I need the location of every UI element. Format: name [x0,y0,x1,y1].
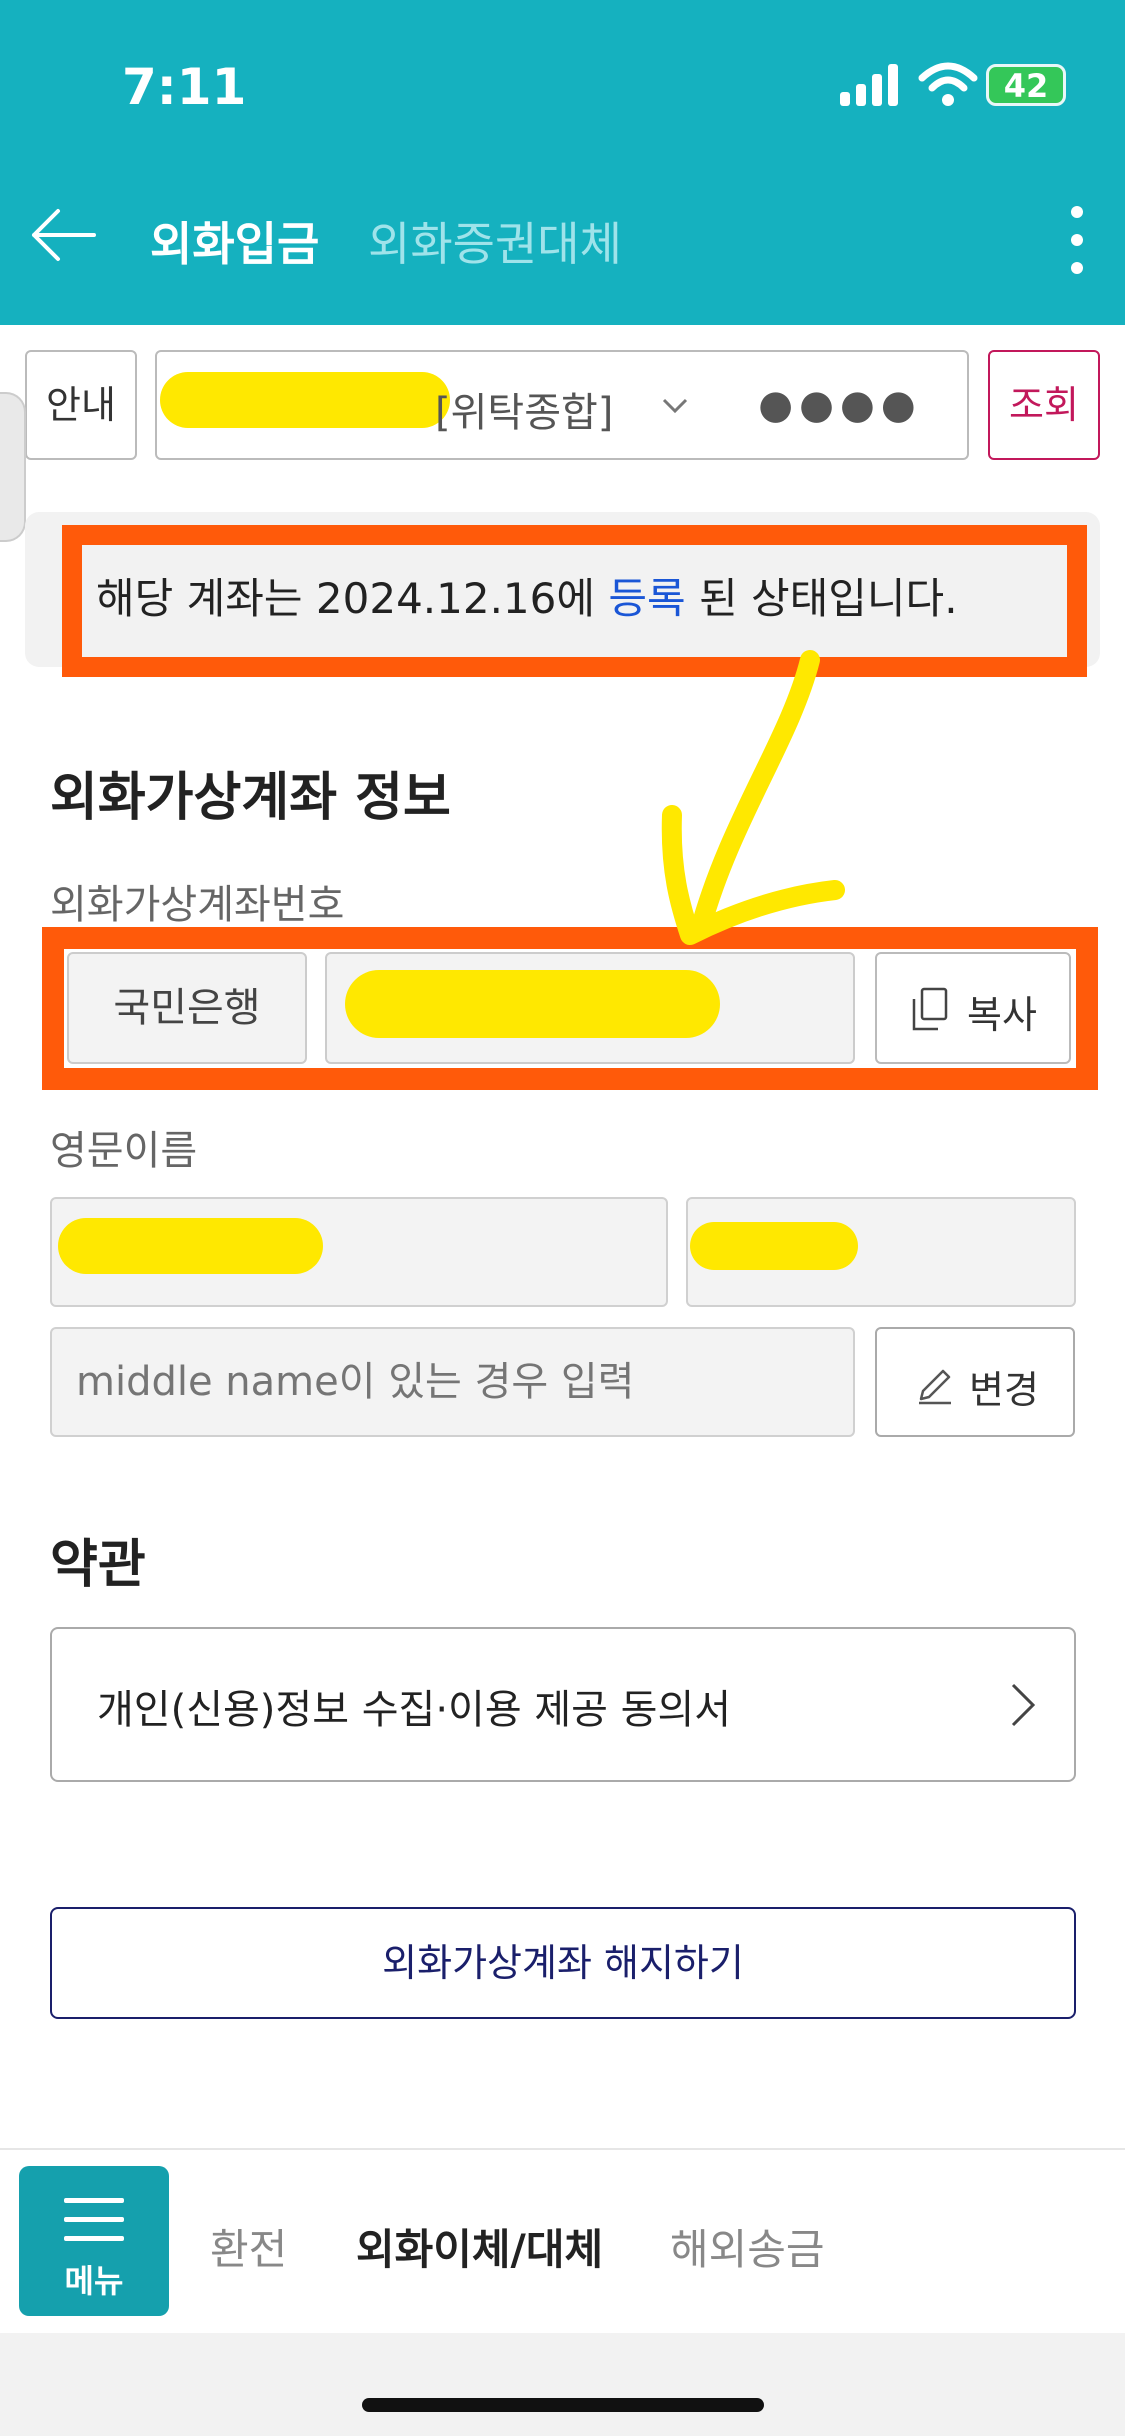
copy-button[interactable]: 복사 [875,952,1071,1064]
app-header [0,0,1125,325]
password-field[interactable]: ●●●● [713,350,969,460]
notice-prefix: 해당 계좌는 2024.12.16에 [96,574,609,623]
nav-item-exchange[interactable]: 환전 [210,2216,287,2277]
change-label: 변경 [969,1368,1039,1412]
cancel-virtual-account-button[interactable]: 외화가상계좌 해지하기 [50,1907,1076,2019]
menu-button[interactable]: 메뉴 [19,2166,169,2316]
terms-consent-label: 개인(신용)정보 수집·이용 제공 동의서 [97,1687,732,1733]
nav-item-foreign-transfer[interactable]: 외화이체/대체 [356,2216,603,2277]
battery-level: 42 [1003,67,1049,105]
account-type-label: [위탁종합] [435,390,614,436]
section-title-terms: 약관 [50,1535,146,1595]
guide-button[interactable]: 안내 [25,350,137,460]
change-button[interactable]: 변경 [875,1327,1075,1437]
query-button[interactable]: 조회 [988,350,1100,460]
chevron-down-icon [662,398,688,414]
side-drawer-handle[interactable] [0,392,26,542]
status-time: 7:11 [122,58,247,116]
hamburger-icon [64,2198,124,2241]
tab-foreign-securities-transfer[interactable]: 외화증권대체 [368,208,622,274]
home-indicator[interactable] [362,2398,764,2412]
nav-item-overseas-remittance[interactable]: 해외송금 [670,2216,825,2277]
battery-icon: 42 [986,64,1066,106]
copy-icon [912,987,948,1031]
notice-suffix: 된 상태입니다. [685,574,958,623]
redaction-mark [160,372,450,428]
redaction-mark [345,970,720,1038]
home-indicator-area [0,2333,1125,2436]
more-vertical-icon[interactable] [1060,200,1094,280]
middle-name-input[interactable] [50,1327,855,1437]
pencil-icon [919,1369,951,1405]
bank-name: 국민은행 [67,952,307,1064]
terms-consent-row[interactable]: 개인(신용)정보 수집·이용 제공 동의서 [50,1627,1076,1782]
wifi-icon [918,62,978,106]
english-name-label: 영문이름 [50,1128,198,1174]
back-arrow-icon[interactable] [28,205,98,265]
cellular-signal-icon [840,64,898,106]
copy-label: 복사 [967,993,1037,1037]
redaction-mark [690,1222,858,1270]
redaction-mark [58,1218,323,1274]
section-title-virtual-account: 외화가상계좌 정보 [50,768,451,828]
tab-foreign-deposit[interactable]: 외화입금 [150,208,319,274]
notice-registered-link: 등록 [608,574,686,623]
registration-notice: 해당 계좌는 2024.12.16에 등록 된 상태입니다. [96,565,958,626]
chevron-right-icon [1011,1683,1036,1727]
menu-label: 메뉴 [64,2262,124,2300]
virtual-account-number-label: 외화가상계좌번호 [50,882,345,928]
